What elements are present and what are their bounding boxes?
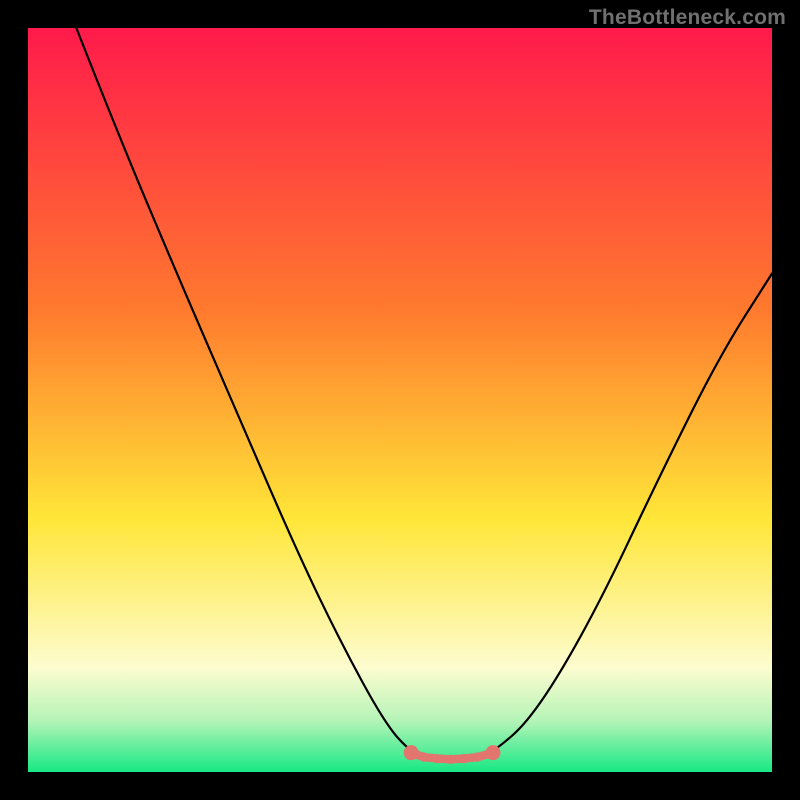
plot-area (28, 28, 772, 772)
floor-marker (473, 753, 481, 761)
floor-marker (404, 746, 418, 760)
floor-marker (486, 746, 500, 760)
watermark-label: TheBottleneck.com (589, 6, 786, 30)
floor-marker (420, 753, 428, 761)
gradient-background (28, 28, 772, 772)
chart-stage: TheBottleneck.com (0, 0, 800, 800)
floor-marker (446, 755, 454, 763)
floor-marker (433, 754, 441, 762)
floor-marker (460, 754, 468, 762)
plot-svg (28, 28, 772, 772)
